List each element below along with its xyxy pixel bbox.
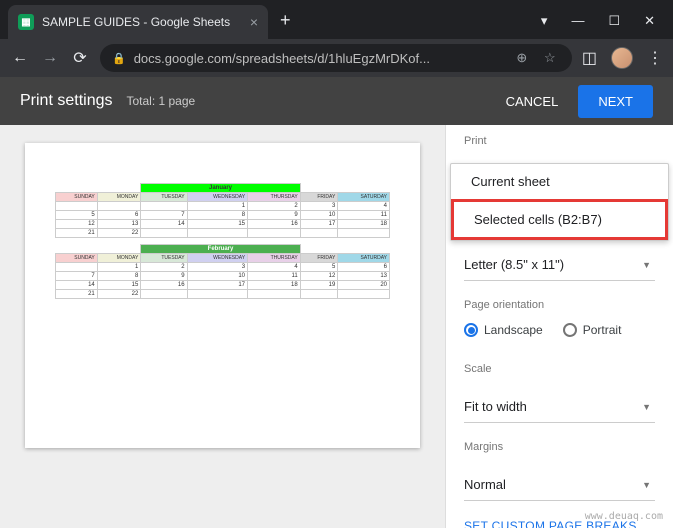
dropdown-icon[interactable]: ▾: [541, 13, 548, 29]
orientation-label: Page orientation: [464, 299, 655, 311]
scale-dropdown[interactable]: Fit to width ▼: [464, 391, 655, 423]
url-text: docs.google.com/spreadsheets/d/1hluEgzMr…: [134, 51, 504, 66]
maximize-icon[interactable]: ☐: [608, 13, 620, 29]
window-controls: ▾ — ☐ ✕: [541, 13, 673, 39]
preview-page: January SUNDAYMONDAYTUESDAYWEDNESDAYTHUR…: [25, 143, 420, 448]
new-tab-button[interactable]: +: [280, 10, 291, 31]
next-button[interactable]: NEXT: [578, 85, 653, 118]
profile-avatar[interactable]: [611, 47, 633, 69]
page-title: Print settings: [20, 92, 112, 110]
reload-icon[interactable]: ⟳: [70, 48, 90, 68]
app-header: Print settings Total: 1 page CANCEL NEXT: [0, 77, 673, 125]
caret-down-icon: ▼: [642, 480, 651, 490]
margins-dropdown[interactable]: Normal ▼: [464, 469, 655, 501]
margins-label: Margins: [464, 441, 655, 453]
print-preview: January SUNDAYMONDAYTUESDAYWEDNESDAYTHUR…: [0, 125, 445, 528]
calendar-february: February SUNDAYMONDAYTUESDAYWEDNESDAYTHU…: [55, 244, 390, 299]
forward-icon[interactable]: →: [40, 49, 60, 67]
caret-down-icon: ▼: [642, 402, 651, 412]
minimize-icon[interactable]: —: [571, 13, 584, 29]
paper-size-dropdown[interactable]: Letter (8.5" x 11") ▼: [464, 249, 655, 281]
calendar-january: January SUNDAYMONDAYTUESDAYWEDNESDAYTHUR…: [55, 183, 390, 238]
tab-title: SAMPLE GUIDES - Google Sheets: [42, 15, 242, 29]
url-input[interactable]: 🔒 docs.google.com/spreadsheets/d/1hluEgz…: [100, 44, 572, 72]
browser-tab[interactable]: ▦ SAMPLE GUIDES - Google Sheets ×: [8, 5, 268, 39]
close-tab-icon[interactable]: ×: [250, 14, 258, 30]
back-icon[interactable]: ←: [10, 49, 30, 67]
scale-label: Scale: [464, 363, 655, 375]
print-dropdown[interactable]: Current sheet Selected cells (B2:B7): [450, 163, 669, 241]
option-current-sheet[interactable]: Current sheet: [451, 164, 668, 199]
window-titlebar: ▦ SAMPLE GUIDES - Google Sheets × + ▾ — …: [0, 0, 673, 39]
zoom-icon[interactable]: ⊕: [512, 50, 532, 66]
radio-portrait[interactable]: Portrait: [563, 323, 622, 337]
radio-landscape[interactable]: Landscape: [464, 323, 543, 337]
watermark: www.deuaq.com: [585, 511, 663, 522]
print-label: Print: [464, 135, 655, 147]
option-selected-cells[interactable]: Selected cells (B2:B7): [451, 199, 668, 240]
sheets-icon: ▦: [18, 14, 34, 30]
cancel-button[interactable]: CANCEL: [492, 86, 573, 117]
star-icon[interactable]: ☆: [540, 50, 560, 66]
settings-sidebar: Print Current sheet Selected cells (B2:B…: [445, 125, 673, 528]
menu-icon[interactable]: ⋮: [647, 48, 663, 68]
caret-down-icon: ▼: [642, 260, 651, 270]
address-bar: ← → ⟳ 🔒 docs.google.com/spreadsheets/d/1…: [0, 39, 673, 77]
page-count: Total: 1 page: [126, 94, 195, 108]
lock-icon: 🔒: [112, 52, 126, 65]
close-window-icon[interactable]: ✕: [644, 13, 655, 29]
extensions-icon[interactable]: ◫: [582, 48, 597, 68]
